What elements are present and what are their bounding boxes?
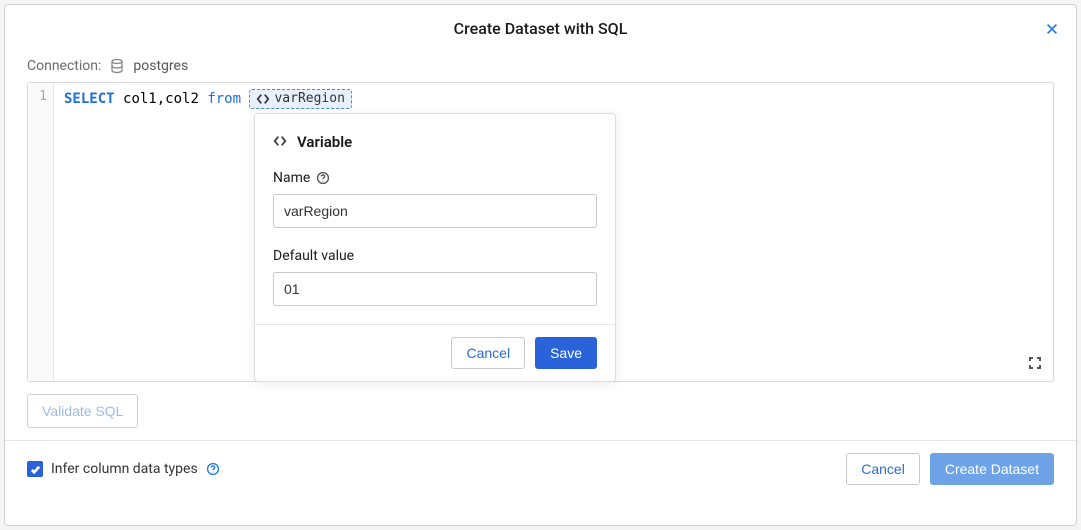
dialog-footer: Infer column data types Cancel Create Da… xyxy=(5,440,1076,497)
default-value-field[interactable] xyxy=(273,272,597,306)
default-value-label-text: Default value xyxy=(273,246,354,266)
popover-save-button[interactable]: Save xyxy=(535,337,597,369)
name-label-text: Name xyxy=(273,168,310,188)
database-icon xyxy=(109,58,125,74)
code-angle-icon xyxy=(256,92,270,106)
dialog-cancel-button[interactable]: Cancel xyxy=(846,453,920,485)
help-icon[interactable] xyxy=(206,462,220,476)
dialog-title: Create Dataset with SQL xyxy=(5,19,1076,38)
close-icon[interactable] xyxy=(1044,21,1060,37)
name-field[interactable] xyxy=(273,194,597,228)
create-dataset-dialog: Create Dataset with SQL Connection: post… xyxy=(4,4,1077,526)
sql-keyword-from: from xyxy=(207,91,241,107)
create-dataset-button[interactable]: Create Dataset xyxy=(930,453,1054,485)
expand-editor-icon[interactable] xyxy=(1027,355,1043,371)
validate-sql-button[interactable]: Validate SQL xyxy=(27,394,138,428)
editor-content[interactable]: SELECT col1,col2 from varRegion Variable xyxy=(54,83,1053,381)
code-angle-icon xyxy=(273,134,289,150)
variable-token-label: varRegion xyxy=(274,89,344,109)
variable-popover: Variable Name Default value Cancel Save xyxy=(254,113,616,382)
popover-footer: Cancel Save xyxy=(255,324,615,381)
default-value-label: Default value xyxy=(273,246,597,266)
sql-editor[interactable]: 1 SELECT col1,col2 from varRegion Variab… xyxy=(27,82,1054,382)
sql-columns-text: col1,col2 xyxy=(123,91,199,107)
dialog-header: Create Dataset with SQL xyxy=(5,5,1076,48)
connection-label: Connection: xyxy=(27,58,101,74)
help-icon[interactable] xyxy=(316,171,330,185)
popover-cancel-button[interactable]: Cancel xyxy=(451,337,525,369)
infer-row: Infer column data types xyxy=(27,461,220,477)
infer-label: Infer column data types xyxy=(51,461,198,477)
connection-name: postgres xyxy=(133,58,188,74)
line-number: 1 xyxy=(39,89,47,104)
connection-row: Connection: postgres xyxy=(5,48,1076,82)
infer-checkbox[interactable] xyxy=(27,461,43,477)
editor-gutter: 1 xyxy=(28,83,54,381)
validate-row: Validate SQL xyxy=(5,382,1076,440)
sql-keyword-select: SELECT xyxy=(64,91,115,107)
variable-token[interactable]: varRegion xyxy=(249,89,351,109)
name-label: Name xyxy=(273,168,597,188)
popover-title: Variable xyxy=(297,132,352,152)
footer-buttons: Cancel Create Dataset xyxy=(846,453,1054,485)
